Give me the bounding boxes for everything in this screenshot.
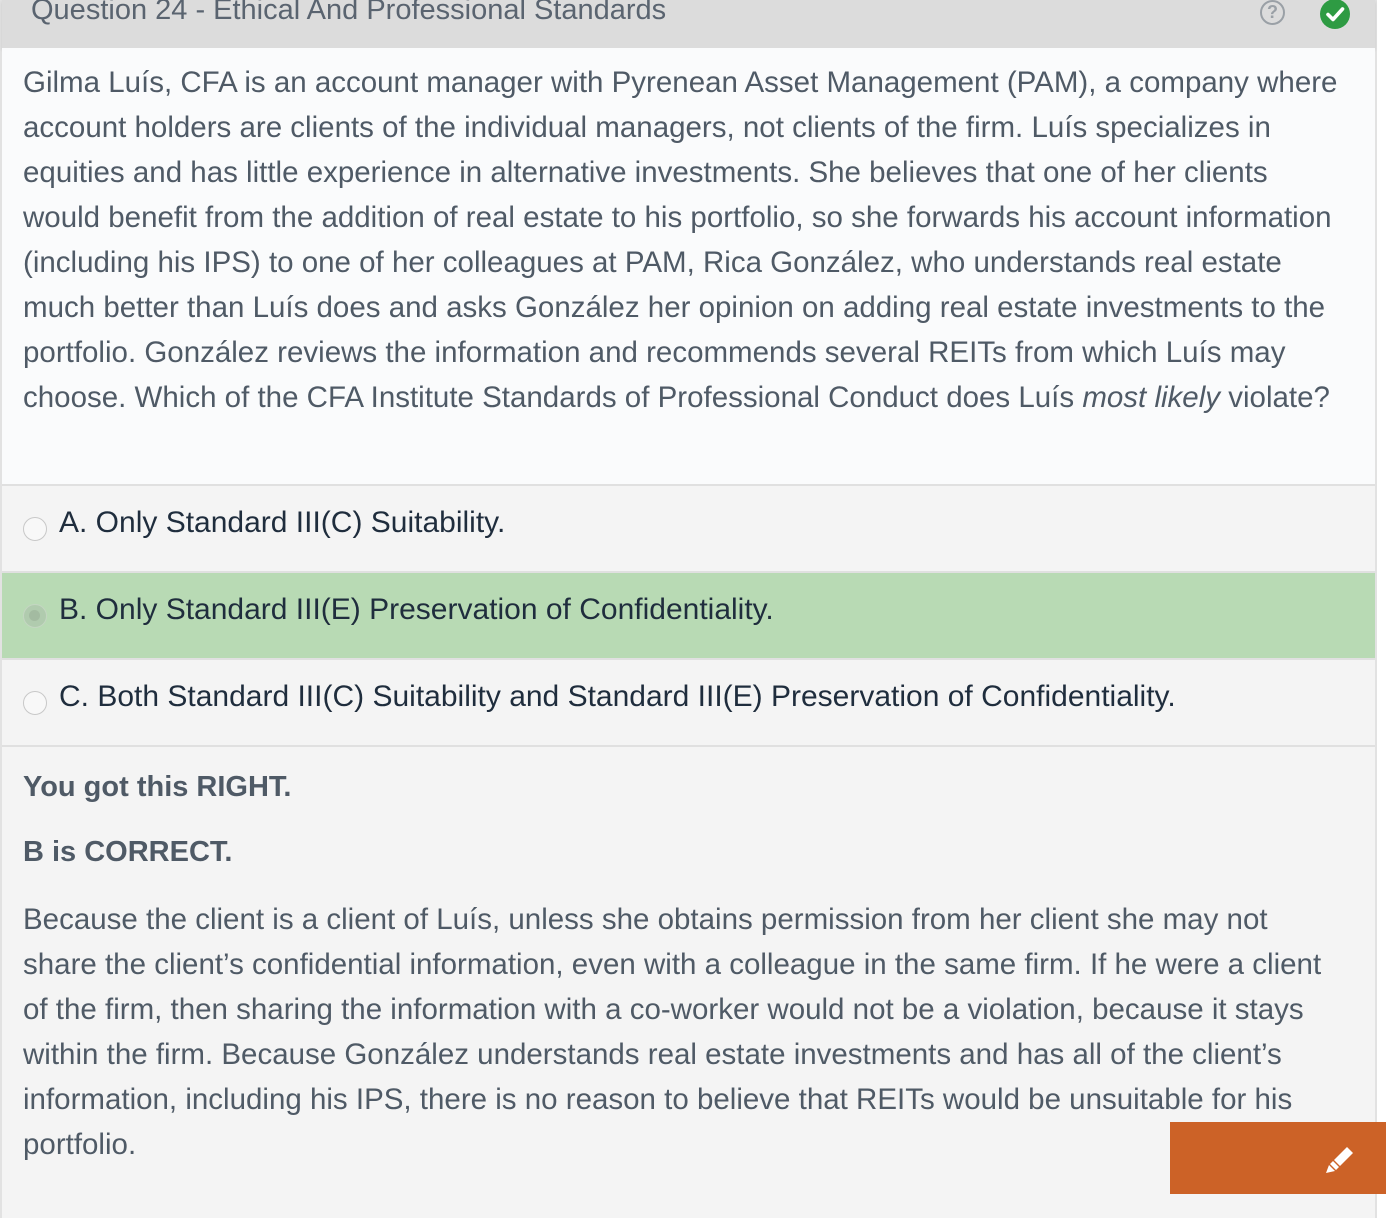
question-header: Question 24 - Ethical And Professional S… xyxy=(2,0,1375,48)
question-text-emphasis: most likely xyxy=(1082,381,1221,414)
question-text-main: Gilma Luís, CFA is an account manager wi… xyxy=(23,66,1338,414)
question-text: Gilma Luís, CFA is an account manager wi… xyxy=(23,60,1343,420)
result-message: You got this RIGHT. xyxy=(23,771,292,803)
answer-option-c[interactable]: C. Both Standard III(C) Suitability and … xyxy=(2,660,1375,747)
correct-answer-message: B is CORRECT. xyxy=(23,836,233,868)
radio-button-a[interactable] xyxy=(23,517,47,541)
answer-option-label: C. Both Standard III(C) Suitability and … xyxy=(59,680,1176,713)
answer-option-label: A. Only Standard III(C) Suitability. xyxy=(59,506,506,539)
answer-option-a[interactable]: A. Only Standard III(C) Suitability. xyxy=(2,486,1375,573)
question-text-end: violate? xyxy=(1220,381,1330,414)
question-panel: Question 24 - Ethical And Professional S… xyxy=(0,0,1377,1218)
highlighter-icon xyxy=(1326,1147,1353,1173)
question-stem: Gilma Luís, CFA is an account manager wi… xyxy=(2,48,1375,486)
answer-option-b[interactable]: B. Only Standard III(E) Preservation of … xyxy=(2,573,1375,660)
radio-button-b[interactable] xyxy=(23,604,47,628)
radio-button-c[interactable] xyxy=(23,691,47,715)
answer-option-label: B. Only Standard III(E) Preservation of … xyxy=(59,593,774,626)
question-circle-icon[interactable]: ? xyxy=(1260,0,1285,25)
explanation-text: Because the client is a client of Luís, … xyxy=(23,903,1322,1161)
check-circle-icon xyxy=(1320,0,1350,29)
question-title: Question 24 - Ethical And Professional S… xyxy=(31,0,667,26)
highlight-button[interactable] xyxy=(1170,1122,1386,1194)
